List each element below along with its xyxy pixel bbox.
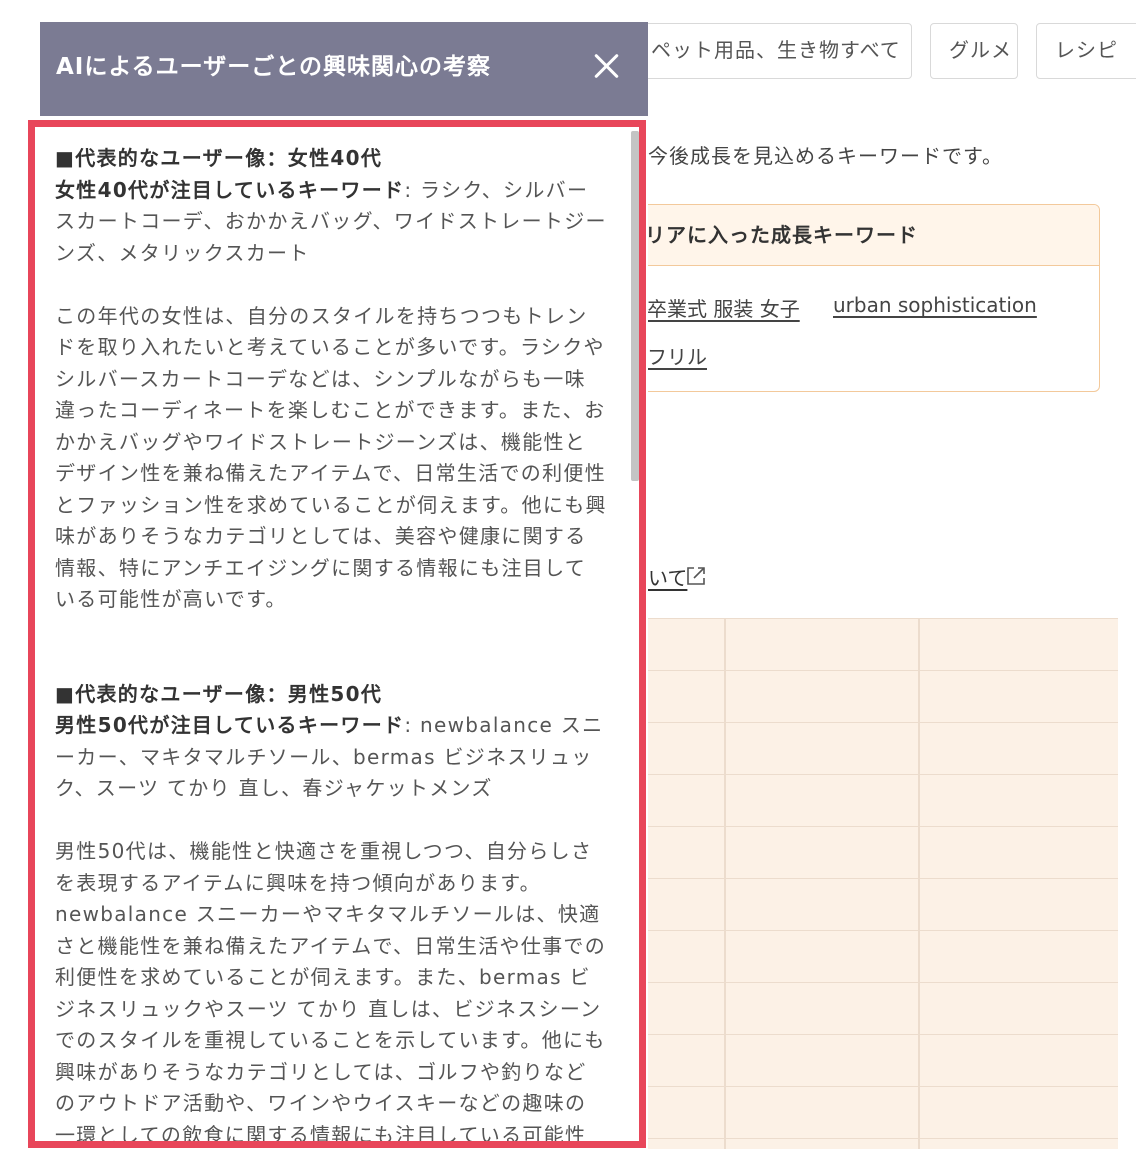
scrollbar[interactable] bbox=[629, 127, 639, 1141]
growth-keyword-link[interactable]: フリル bbox=[647, 341, 707, 370]
section-heading: ■代表的なユーザー像：女性40代 bbox=[55, 146, 383, 170]
insight-content-area[interactable]: ■代表的なユーザー像：女性40代 女性40代が注目しているキーワード: ラシク、… bbox=[28, 120, 646, 1148]
keyword-line: 女性40代が注目しているキーワード: ラシク、シルバースカートコーデ、おかかえバ… bbox=[55, 175, 607, 270]
keyword-line: 男性50代が注目しているキーワード: newbalance スニーカー、マキタマ… bbox=[55, 710, 607, 805]
category-chip-gourmet[interactable]: グルメ bbox=[930, 23, 1018, 79]
growth-keyword-link[interactable]: 卒業式 服装 女子 bbox=[647, 293, 800, 322]
table-row bbox=[600, 983, 1118, 1035]
about-link[interactable]: いて bbox=[648, 562, 687, 591]
category-chip-recipe[interactable]: レシピ bbox=[1036, 23, 1136, 79]
panel-header: AIによるユーザーごとの興味関心の考察 bbox=[40, 22, 648, 116]
growth-keyword-link[interactable]: urban sophistication bbox=[833, 293, 1037, 317]
keyword-label: 男性50代が注目しているキーワード bbox=[55, 713, 405, 737]
scrollbar-thumb[interactable] bbox=[631, 131, 639, 481]
section-heading: ■代表的なユーザー像：男性50代 bbox=[55, 681, 383, 706]
table-row bbox=[600, 931, 1118, 983]
growth-description: 今後成長を見込めるキーワードです。 bbox=[648, 144, 1003, 168]
keyword-label: 女性40代が注目しているキーワード bbox=[55, 177, 405, 202]
table-row bbox=[600, 879, 1118, 931]
insight-body: この年代の女性は、自分のスタイルを持ちつつもトレンドを取り入れたいと考えているこ… bbox=[55, 303, 607, 612]
table-row bbox=[600, 827, 1118, 879]
growth-keywords-box: リアに入った成長キーワード 卒業式 服装 女子 urban sophistica… bbox=[600, 204, 1100, 392]
growth-keywords-title: リアに入った成長キーワード bbox=[601, 205, 1099, 266]
insight-content: ■代表的なユーザー像：女性40代 女性40代が注目しているキーワード: ラシク、… bbox=[55, 143, 607, 1147]
insight-body: 男性50代は、機能性と快適さを重視しつつ、自分らしさを表現するアイテムに興味を持… bbox=[55, 839, 606, 1147]
table-row bbox=[600, 723, 1118, 775]
close-icon[interactable] bbox=[592, 52, 620, 80]
table-row bbox=[600, 775, 1118, 827]
table-row bbox=[600, 671, 1118, 723]
category-chip-pet[interactable]: ペット用品、生き物すべて bbox=[610, 23, 912, 79]
table-row bbox=[600, 1035, 1118, 1087]
external-link-icon[interactable] bbox=[684, 564, 708, 588]
panel-title: AIによるユーザーごとの興味関心の考察 bbox=[56, 54, 491, 80]
table-row bbox=[600, 619, 1118, 671]
data-table bbox=[600, 618, 1118, 1149]
table-row bbox=[600, 1087, 1118, 1139]
